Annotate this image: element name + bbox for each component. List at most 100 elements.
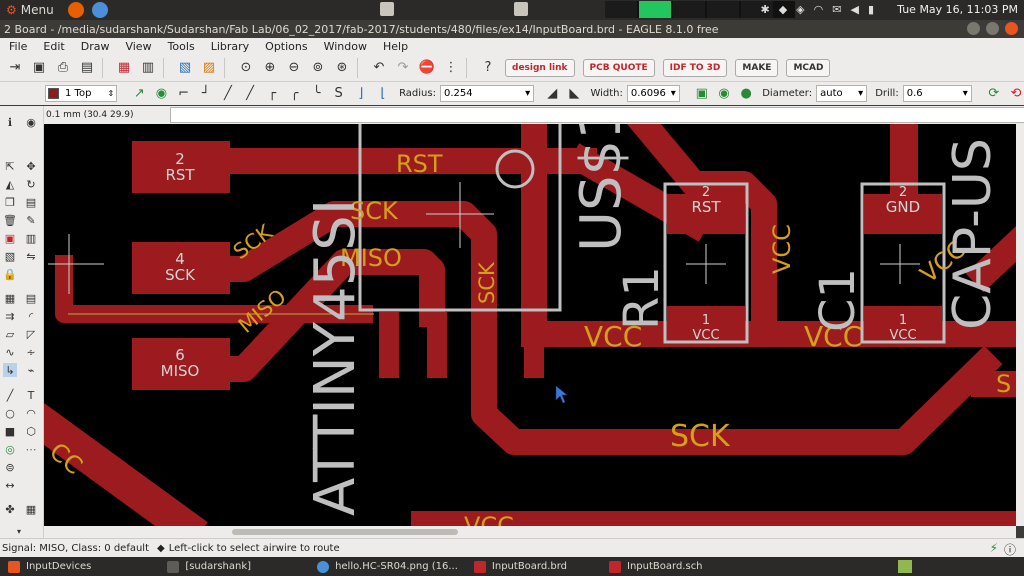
- minimize-button[interactable]: [967, 22, 980, 35]
- zoom-fit-icon[interactable]: ⊙: [237, 59, 255, 77]
- library-icon[interactable]: ▥: [139, 59, 157, 77]
- help-icon[interactable]: ?: [479, 59, 497, 77]
- system-menu-button[interactable]: ⚙ Menu: [0, 3, 60, 17]
- menu-tools[interactable]: Tools: [159, 40, 202, 53]
- via-shape-icon[interactable]: ◉: [716, 85, 732, 103]
- zoom-in-icon[interactable]: ⊕: [261, 59, 279, 77]
- go-icon[interactable]: ⋮: [442, 59, 460, 77]
- shield-icon[interactable]: ◈: [796, 3, 804, 16]
- paste-icon[interactable]: ▤: [24, 195, 38, 209]
- text-icon[interactable]: T: [24, 388, 38, 402]
- chromium-icon[interactable]: [91, 2, 108, 18]
- maximize-button[interactable]: [986, 22, 999, 35]
- script-icon[interactable]: ▧: [176, 59, 194, 77]
- ratsnest-icon[interactable]: ⟲: [1008, 85, 1024, 103]
- rotate-icon[interactable]: ↻: [24, 177, 38, 191]
- horizontal-scrollbar[interactable]: [44, 526, 1016, 538]
- circle-icon[interactable]: ○: [3, 406, 17, 420]
- meander-icon[interactable]: ▱: [3, 327, 17, 341]
- save-icon[interactable]: ▣: [30, 59, 48, 77]
- print-icon[interactable]: ⎙: [54, 59, 72, 77]
- dimension-icon[interactable]: ↔: [3, 478, 17, 492]
- miter-icon[interactable]: ◣: [566, 85, 582, 103]
- split-wire-icon[interactable]: ⇉: [3, 309, 17, 323]
- workspace-icon[interactable]: [380, 2, 394, 16]
- via-shape-icon[interactable]: ●: [738, 85, 754, 103]
- pcb-quote-button[interactable]: PCB QUOTE: [582, 58, 655, 77]
- mail-icon[interactable]: ✉: [832, 3, 841, 16]
- diameter-field[interactable]: auto ▾: [816, 85, 868, 102]
- width-field[interactable]: 0.6096 ▾: [626, 85, 680, 102]
- menu-library[interactable]: Library: [202, 40, 256, 53]
- autorouter-icon[interactable]: ⌁: [24, 363, 38, 377]
- miter-icon[interactable]: ◢: [544, 85, 560, 103]
- route-mode-icon[interactable]: ↗: [131, 85, 147, 103]
- drc-icon[interactable]: ✤: [3, 502, 17, 516]
- design-link-button[interactable]: design link: [505, 58, 575, 77]
- clock[interactable]: Tue May 16, 11:03 PM: [897, 3, 1018, 16]
- scrollbar-thumb[interactable]: [232, 529, 458, 535]
- board-canvas[interactable]: 2 RST 4 SCK 6 MISO 2 RST 1 VCC 2 GND 1 V…: [44, 124, 1016, 526]
- schematic-icon[interactable]: ▦: [115, 59, 133, 77]
- undo-icon[interactable]: ↶: [370, 59, 388, 77]
- radius-field[interactable]: 0.254 ▾: [439, 85, 535, 102]
- workspace-icon[interactable]: [514, 2, 528, 16]
- bluetooth-icon[interactable]: ✱: [760, 3, 769, 16]
- menu-options[interactable]: Options: [256, 40, 314, 53]
- menu-file[interactable]: File: [0, 40, 34, 53]
- firefox-icon[interactable]: [67, 2, 84, 18]
- task-item[interactable]: InputBoard.brd: [466, 557, 575, 576]
- replace-icon[interactable]: ▥: [24, 231, 38, 245]
- lightning-icon[interactable]: ⚡: [990, 541, 998, 555]
- wire-icon[interactable]: ╱: [3, 388, 17, 402]
- move-icon[interactable]: ✥: [24, 159, 38, 173]
- split-icon[interactable]: ⇋: [24, 249, 38, 263]
- bend-style-icon[interactable]: ⌐: [176, 85, 192, 103]
- make-button[interactable]: MAKE: [735, 58, 779, 77]
- route-active-icon[interactable]: ↳: [3, 363, 17, 377]
- board-drawing[interactable]: 2 RST 4 SCK 6 MISO 2 RST 1 VCC 2 GND 1 V…: [44, 124, 1016, 526]
- close-button[interactable]: [1005, 22, 1018, 35]
- delete-icon[interactable]: 🗑: [3, 213, 17, 227]
- notes-icon[interactable]: [898, 560, 912, 573]
- ulp-icon[interactable]: ▨: [200, 59, 218, 77]
- select-icon[interactable]: ⇱: [3, 159, 17, 173]
- vertical-scrollbar[interactable]: [1016, 124, 1024, 526]
- task-item[interactable]: InputDevices: [0, 557, 99, 576]
- bend-style-icon[interactable]: ┌: [264, 85, 280, 103]
- menu-view[interactable]: View: [116, 40, 158, 53]
- wifi-icon[interactable]: ◠: [814, 3, 824, 16]
- info-icon[interactable]: ℹ: [3, 115, 17, 129]
- wrench-icon[interactable]: ✎: [24, 213, 38, 227]
- hole-icon[interactable]: ⊜: [3, 460, 17, 474]
- miter-tool-icon[interactable]: ◜: [24, 309, 38, 323]
- signal-icon[interactable]: ⋯: [24, 442, 38, 456]
- group-icon[interactable]: ▧: [3, 249, 17, 263]
- zoom-out-icon[interactable]: ⊖: [285, 59, 303, 77]
- route-icon[interactable]: ∿: [3, 345, 17, 359]
- bend-style-icon[interactable]: ┘: [198, 85, 214, 103]
- bend-style-icon[interactable]: ⌋: [353, 85, 369, 103]
- arc-icon[interactable]: ◠: [24, 406, 38, 420]
- dropbox-icon[interactable]: ◆: [779, 3, 787, 16]
- via-icon[interactable]: ◎: [3, 442, 17, 456]
- menu-window[interactable]: Window: [315, 40, 374, 53]
- mirror-icon[interactable]: ◭: [3, 177, 17, 191]
- menu-help[interactable]: Help: [374, 40, 415, 53]
- bend-style-icon[interactable]: S: [331, 85, 347, 103]
- redo-icon[interactable]: ↷: [394, 59, 412, 77]
- import-icon[interactable]: ⇥: [6, 59, 24, 77]
- bend-style-icon[interactable]: ⌊: [375, 85, 391, 103]
- mcad-button[interactable]: MCAD: [786, 58, 831, 77]
- lock-icon[interactable]: 🔒: [3, 267, 17, 281]
- smash-icon[interactable]: ▦: [3, 291, 17, 305]
- bend-style-icon[interactable]: ╭: [286, 85, 302, 103]
- rectangle-icon[interactable]: ■: [3, 424, 17, 438]
- menu-edit[interactable]: Edit: [34, 40, 71, 53]
- task-item[interactable]: InputBoard.sch: [601, 557, 711, 576]
- eye-icon[interactable]: ◉: [24, 115, 38, 129]
- cam-icon[interactable]: ▤: [78, 59, 96, 77]
- menu-draw[interactable]: Draw: [72, 40, 117, 53]
- bend-style-icon[interactable]: ╰: [308, 85, 324, 103]
- via-shape-icon[interactable]: ▣: [694, 85, 710, 103]
